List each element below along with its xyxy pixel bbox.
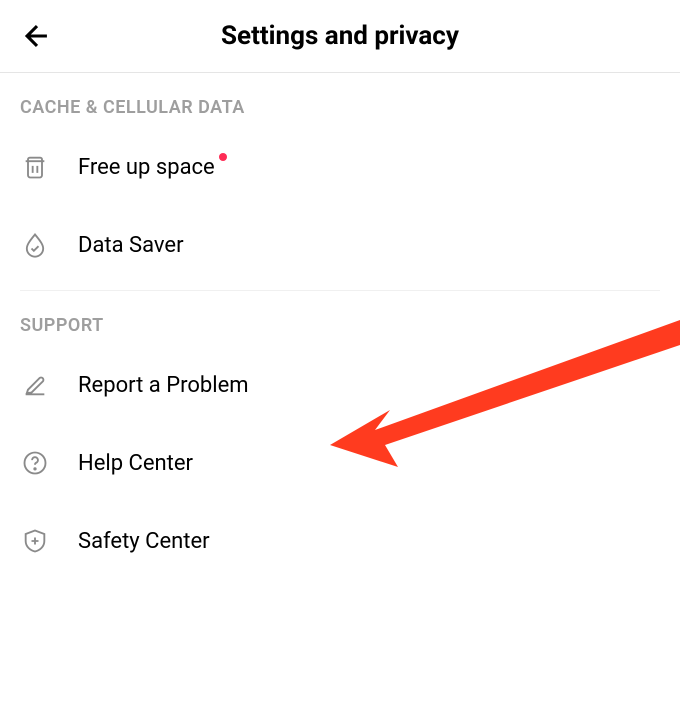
page-title: Settings and privacy — [20, 21, 660, 51]
list-item-help-center[interactable]: Help Center — [0, 424, 680, 502]
section-header-cache: CACHE & CELLULAR DATA — [0, 73, 680, 128]
trash-icon — [20, 152, 50, 182]
header: Settings and privacy — [0, 0, 680, 72]
list-item-safety-center[interactable]: Safety Center — [0, 502, 680, 580]
list-item-free-up-space[interactable]: Free up space — [0, 128, 680, 206]
arrow-left-icon — [20, 19, 54, 53]
badge-dot — [219, 153, 227, 161]
edit-icon — [20, 370, 50, 400]
list-item-label: Help Center — [78, 451, 193, 476]
section-header-support: SUPPORT — [0, 291, 680, 346]
shield-plus-icon — [20, 526, 50, 556]
list-item-text: Free up space — [78, 155, 215, 180]
droplet-icon — [20, 230, 50, 260]
list-item-label: Report a Problem — [78, 373, 249, 398]
list-item-report-problem[interactable]: Report a Problem — [0, 346, 680, 424]
list-item-label: Free up space — [78, 155, 215, 180]
question-icon — [20, 448, 50, 478]
list-item-label: Safety Center — [78, 529, 210, 554]
list-item-data-saver[interactable]: Data Saver — [0, 206, 680, 284]
back-button[interactable] — [20, 19, 54, 53]
list-item-label: Data Saver — [78, 233, 184, 258]
